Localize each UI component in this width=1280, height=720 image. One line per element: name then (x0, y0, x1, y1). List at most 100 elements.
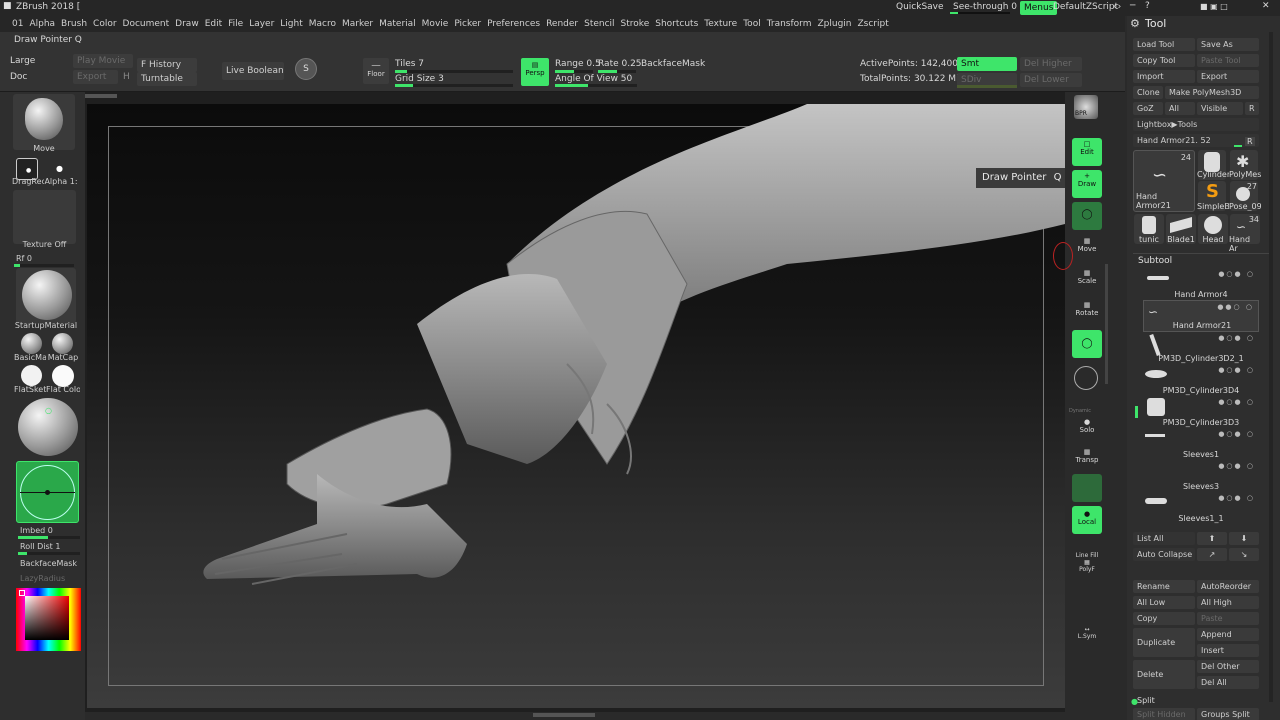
subtool-toggle-icons[interactable]: ●○● ○ (1218, 334, 1255, 342)
goz-all-button[interactable]: All (1165, 102, 1195, 115)
append-button[interactable]: Append (1197, 628, 1259, 641)
flat-color-icon[interactable] (52, 365, 74, 387)
subtool-toggle-icons[interactable]: ●○● ○ (1218, 270, 1255, 278)
close-icon[interactable]: ✕ (1262, 1, 1270, 11)
draw-button[interactable]: + Draw (1072, 170, 1102, 198)
goz-button[interactable]: GoZ (1133, 102, 1163, 115)
menu-item[interactable]: Zscript (855, 16, 892, 32)
import-button[interactable]: Import (1133, 70, 1195, 83)
menu-item[interactable]: Layer (246, 16, 277, 32)
basic-material-icon[interactable] (21, 333, 42, 354)
sculptris-pro-button[interactable]: ◯ (1072, 330, 1102, 358)
tiles-slider[interactable] (395, 70, 513, 73)
subtool-item[interactable]: ●○● ○ Sleeves1_1 (1143, 492, 1259, 524)
menu-item[interactable]: Edit (202, 16, 225, 32)
subtool-toggle-icons[interactable]: ●○● ○ (1218, 430, 1255, 438)
menu-item[interactable]: Draw (172, 16, 202, 32)
menu-item[interactable]: Shortcuts (652, 16, 701, 32)
play-movie-button[interactable]: Play Movie (73, 54, 133, 68)
help-icon[interactable]: ? (1145, 1, 1150, 11)
menu-item[interactable]: Alpha (26, 16, 58, 32)
lsym-button[interactable]: ↔ L.Sym (1072, 626, 1102, 640)
rf-slider[interactable] (14, 264, 74, 267)
menu-item[interactable]: Texture (701, 16, 740, 32)
layout-icons[interactable]: ■ ▣ □ (1200, 2, 1228, 11)
angle-of-view-slider[interactable] (555, 84, 637, 87)
groups-split-button[interactable]: Groups Split (1197, 708, 1259, 720)
subtool-toggle-icons[interactable]: ●○● ○ (1218, 494, 1255, 502)
paste-tool-button[interactable]: Paste Tool (1197, 54, 1259, 67)
menu-item[interactable]: Stencil (581, 16, 617, 32)
menu-item[interactable]: Color (90, 16, 120, 32)
sculpt-model[interactable] (87, 104, 1065, 708)
duplicate-button[interactable]: Duplicate (1133, 628, 1195, 657)
shelf-scrollbar[interactable] (1105, 264, 1108, 384)
menu-item[interactable]: Brush (58, 16, 90, 32)
lightbox-gyro-button[interactable] (16, 461, 79, 523)
floor-button[interactable]: ── Floor (363, 58, 389, 84)
menu-item[interactable]: Material (376, 16, 419, 32)
edit-button[interactable]: □ Edit (1072, 138, 1102, 166)
menu-item[interactable]: Marker (339, 16, 376, 32)
subtool-item[interactable]: ●○● ○ Sleeves3 (1143, 460, 1259, 492)
large-button[interactable]: Large (10, 56, 35, 66)
split-hidden-button[interactable]: Split Hidden (1133, 708, 1195, 720)
subtool-toggle-icons[interactable]: ●●○ ○ (1217, 303, 1254, 311)
clone-button[interactable]: Clone (1133, 86, 1163, 99)
imbed-slider[interactable] (18, 536, 80, 539)
rate-slider[interactable] (598, 70, 636, 73)
local-button[interactable]: ● Local (1072, 506, 1102, 534)
backface-mask-button[interactable]: BackfaceMask (641, 59, 705, 69)
export-button[interactable]: Export (73, 70, 118, 84)
menu-item[interactable]: Stroke (618, 16, 653, 32)
arrow-up-right-icon[interactable]: ↗ (1197, 548, 1227, 561)
menu-item[interactable]: 01 (9, 16, 26, 32)
arrow-down-right-icon[interactable]: ↘ (1229, 548, 1259, 561)
brush-thumbnail[interactable] (13, 94, 75, 150)
minimize-icon[interactable]: ─ (1130, 1, 1135, 11)
window-controls-icon[interactable]: ‹› (1113, 2, 1122, 12)
f-history-button[interactable]: F History (137, 58, 197, 72)
del-all-button[interactable]: Del All (1197, 676, 1259, 689)
subtool-scroll-indicator[interactable] (1135, 406, 1138, 418)
move-button[interactable]: ▦ Move (1075, 237, 1099, 253)
dynamic-subdiv-icon[interactable] (1074, 366, 1098, 390)
linefill-button[interactable]: Line Fill ▦ PolyF (1072, 552, 1102, 573)
menu-item[interactable]: Document (120, 16, 173, 32)
menu-item[interactable]: Render (543, 16, 581, 32)
subtool-item-selected[interactable]: ●●○ ○ ∽ Hand Armor21 (1143, 300, 1259, 332)
move-down-arrow-icon[interactable]: ⬇ (1229, 532, 1259, 545)
del-higher-button[interactable]: Del Higher (1020, 57, 1082, 71)
save-as-button[interactable]: Save As (1197, 38, 1259, 51)
grid-size-slider[interactable] (395, 84, 513, 87)
document-canvas[interactable] (87, 104, 1065, 708)
flat-sketch-icon[interactable] (21, 365, 42, 386)
backface-mask-left[interactable]: BackfaceMask (20, 559, 77, 568)
material-preview-sphere[interactable]: ○ (18, 398, 78, 456)
menu-item[interactable]: Zplugin (814, 16, 854, 32)
subtool-toggle-icons[interactable]: ●○● ○ (1218, 462, 1255, 470)
all-high-button[interactable]: All High (1197, 596, 1259, 609)
default-zscript-button[interactable]: DefaultZScript (1053, 2, 1118, 12)
material-thumbnail[interactable] (16, 268, 76, 324)
delete-button[interactable]: Delete (1133, 660, 1195, 689)
copy-button[interactable]: Copy (1133, 612, 1195, 625)
subtool-item[interactable]: ●○● ○ PM3D_Cylinder3D2_1 (1143, 332, 1259, 364)
boolean-render-icon[interactable]: S (295, 58, 317, 80)
rotate-button[interactable]: ▦ Rotate (1075, 301, 1099, 317)
menu-item[interactable]: Tool (740, 16, 763, 32)
menu-item[interactable]: Movie (419, 16, 452, 32)
move-up-arrow-icon[interactable]: ⬆ (1197, 532, 1227, 545)
menu-item[interactable]: Transform (764, 16, 815, 32)
color-picker[interactable] (16, 588, 81, 651)
menu-item[interactable]: File (225, 16, 246, 32)
transp-button[interactable]: ▦ Transp (1075, 448, 1099, 464)
menu-item[interactable]: Picker (451, 16, 484, 32)
sdiv-track[interactable] (957, 85, 1017, 88)
texture-thumbnail[interactable] (13, 190, 76, 244)
smt-toggle[interactable]: Smt (957, 57, 1017, 71)
quicksave-button[interactable]: QuickSave (896, 2, 944, 12)
split-section[interactable]: Split (1137, 696, 1155, 705)
menu-item[interactable]: Light (277, 16, 305, 32)
goz-visible-button[interactable]: Visible (1197, 102, 1243, 115)
